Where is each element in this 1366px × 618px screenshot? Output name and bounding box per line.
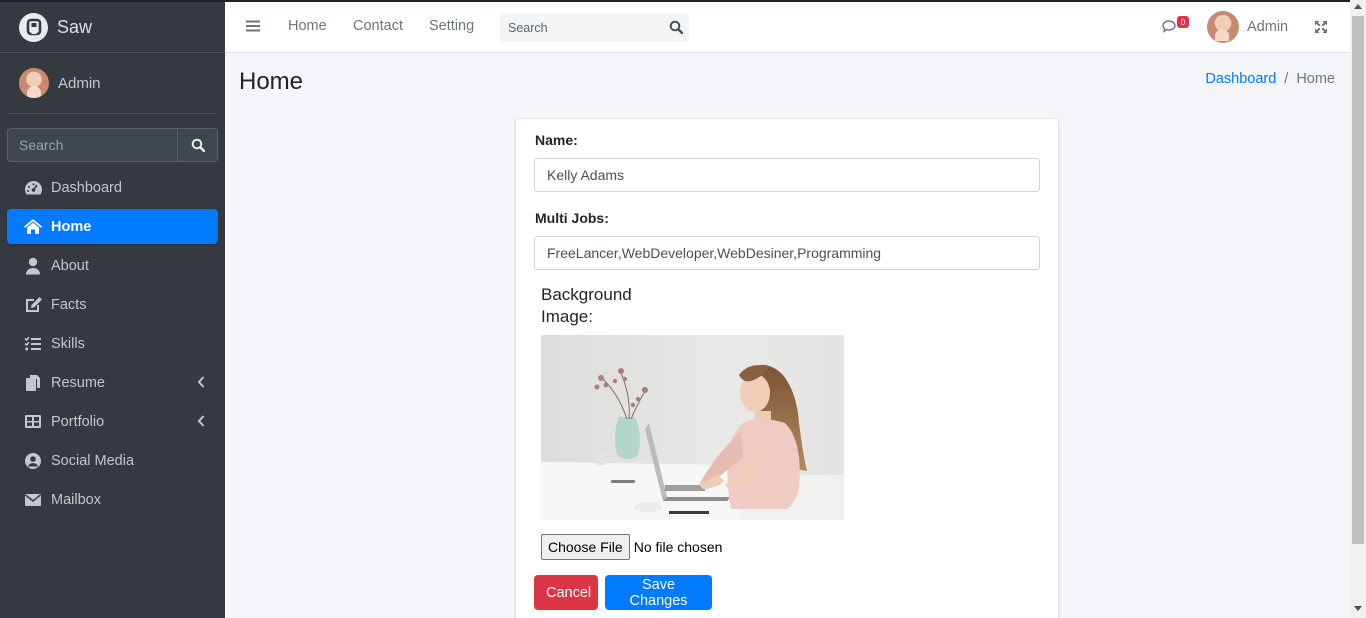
home-edit-card: Name: Multi Jobs: Background Image: — [516, 119, 1058, 618]
search-icon — [191, 138, 205, 152]
breadcrumb-link-dashboard[interactable]: Dashboard — [1205, 71, 1276, 87]
sidebar-item-home[interactable]: Home — [7, 209, 218, 244]
messages-badge: 0 — [1177, 16, 1189, 28]
file-status-text: No file chosen — [633, 539, 723, 555]
sidebar-item-dashboard[interactable]: Dashboard — [7, 170, 218, 205]
search-icon[interactable] — [669, 20, 683, 34]
scroll-up-arrow-icon[interactable] — [1354, 4, 1362, 9]
top-search-input[interactable] — [500, 13, 660, 42]
sidebar-item-label: Home — [51, 218, 92, 235]
sidebar-item-portfolio[interactable]: Portfolio — [7, 404, 218, 439]
sidebar-item-label: Dashboard — [51, 179, 122, 196]
sidebar-user-panel[interactable]: Admin — [8, 53, 217, 114]
copy-icon — [23, 374, 43, 392]
envelope-icon — [23, 491, 43, 509]
top-link-home[interactable]: Home — [288, 18, 327, 34]
sidebar-search-input[interactable] — [7, 128, 177, 162]
sidebar-item-label: Resume — [51, 374, 105, 391]
choose-file-button[interactable]: Choose File — [541, 534, 630, 560]
save-changes-button[interactable]: Save Changes — [605, 575, 712, 610]
top-navbar: Home Contact Setting 0 Admin — [225, 0, 1350, 53]
sidebar-user-name[interactable]: Admin — [58, 75, 101, 92]
background-image-label: Background Image: — [541, 285, 632, 326]
sidebar-nav: Dashboard Home About Facts Skills Resume… — [0, 170, 225, 517]
file-input-row: Choose File No file chosen — [541, 534, 722, 560]
chevron-left-icon — [197, 376, 205, 388]
page-scrollbar[interactable] — [1350, 0, 1366, 618]
background-image-preview — [541, 335, 844, 520]
top-search — [500, 13, 689, 42]
top-link-setting[interactable]: Setting — [429, 18, 474, 34]
user-circle-icon — [23, 452, 43, 470]
home-icon — [23, 218, 43, 236]
breadcrumb-current: Home — [1296, 71, 1335, 87]
cancel-button[interactable]: Cancel — [534, 575, 598, 610]
sidebar: Saw Admin Dashboard Home About — [0, 0, 225, 618]
sidebar-avatar — [19, 68, 49, 98]
multi-jobs-input[interactable] — [534, 236, 1040, 270]
top-user-avatar[interactable] — [1207, 11, 1239, 43]
multi-jobs-label: Multi Jobs: — [535, 210, 609, 226]
breadcrumb: Dashboard / Home — [1205, 71, 1335, 87]
chevron-left-icon — [197, 415, 205, 427]
sidebar-search-button[interactable] — [177, 128, 218, 162]
sidebar-item-facts[interactable]: Facts — [7, 287, 218, 322]
top-user-name[interactable]: Admin — [1247, 19, 1288, 35]
sidebar-item-label: Mailbox — [51, 491, 101, 508]
scroll-down-arrow-icon[interactable] — [1354, 606, 1362, 611]
brand-logo-icon — [19, 12, 48, 42]
scroll-thumb[interactable] — [1352, 16, 1364, 544]
tasks-icon — [23, 335, 43, 353]
edit-icon — [23, 296, 43, 314]
sidebar-item-mailbox[interactable]: Mailbox — [7, 482, 218, 517]
tachometer-icon — [23, 179, 43, 197]
sidebar-search — [7, 128, 218, 162]
sidebar-item-social-media[interactable]: Social Media — [7, 443, 218, 478]
table-icon — [23, 413, 43, 431]
sidebar-item-label: Social Media — [51, 452, 135, 469]
hamburger-menu-icon[interactable] — [246, 19, 260, 33]
brand-link[interactable]: Saw — [0, 2, 225, 53]
name-input[interactable] — [534, 158, 1040, 192]
sidebar-item-label: About — [51, 257, 89, 274]
sidebar-item-resume[interactable]: Resume — [7, 365, 218, 400]
brand-name: Saw — [57, 16, 93, 37]
name-label: Name: — [535, 132, 578, 148]
top-link-contact[interactable]: Contact — [353, 18, 403, 34]
user-icon — [23, 257, 43, 275]
breadcrumb-separator: / — [1284, 71, 1289, 87]
expand-arrows-icon[interactable] — [1314, 20, 1328, 34]
sidebar-item-label: Skills — [51, 335, 85, 352]
sidebar-item-skills[interactable]: Skills — [7, 326, 218, 361]
sidebar-item-label: Portfolio — [51, 413, 105, 430]
page-title: Home — [239, 68, 304, 95]
sidebar-item-label: Facts — [51, 296, 87, 313]
sidebar-item-about[interactable]: About — [7, 248, 218, 283]
